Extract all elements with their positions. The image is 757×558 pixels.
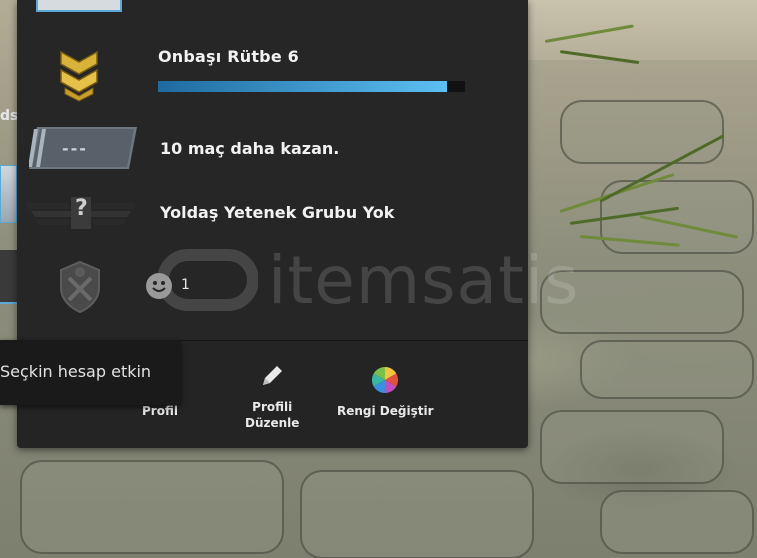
premium-account-tooltip: Seçkin hesap etkin: [0, 340, 181, 405]
wins-needed-text: 10 maç daha kazan.: [160, 139, 340, 158]
watermark: itemsatis: [158, 240, 580, 320]
change-color-label: Rengi Değiştir: [337, 404, 434, 418]
watermark-logo-icon: [158, 249, 258, 311]
rank-chevron-icon: [60, 50, 98, 102]
paving-stone: [20, 460, 284, 554]
edit-profile-label-line2: Düzenle: [245, 416, 300, 430]
tooltip-text: Seçkin hesap etkin: [0, 362, 152, 381]
commend-badge-icon: [60, 260, 100, 314]
change-color-button[interactable]: Rengi Değiştir: [337, 365, 434, 419]
paving-stone: [560, 100, 724, 164]
wins-placeholder: ---: [62, 139, 88, 158]
paving-stone: [300, 470, 534, 558]
paving-stone: [540, 270, 744, 334]
paving-stone: [580, 340, 754, 399]
smiley-icon: [146, 273, 172, 299]
paving-stone: [600, 490, 754, 554]
player-avatar[interactable]: [0, 165, 17, 223]
pencil-icon: [263, 366, 283, 385]
skill-group-text: Yoldaş Yetenek Grubu Yok: [160, 203, 395, 222]
commend-count: 1: [181, 277, 190, 293]
rank-name: Onbaşı Rütbe 6: [158, 47, 299, 66]
player-card[interactable]: [0, 250, 17, 304]
skill-group-glyph: ?: [75, 196, 88, 221]
xp-progress-bar: [158, 81, 465, 92]
color-wheel-icon: [372, 366, 399, 394]
profile-label: Profil: [142, 404, 178, 418]
xp-progress-fill: [158, 81, 447, 92]
edit-profile-button[interactable]: Profili Düzenle: [245, 361, 299, 431]
edit-profile-label-line1: Profili: [252, 400, 293, 414]
paving-stone: [540, 410, 724, 484]
previous-card[interactable]: [36, 0, 122, 12]
